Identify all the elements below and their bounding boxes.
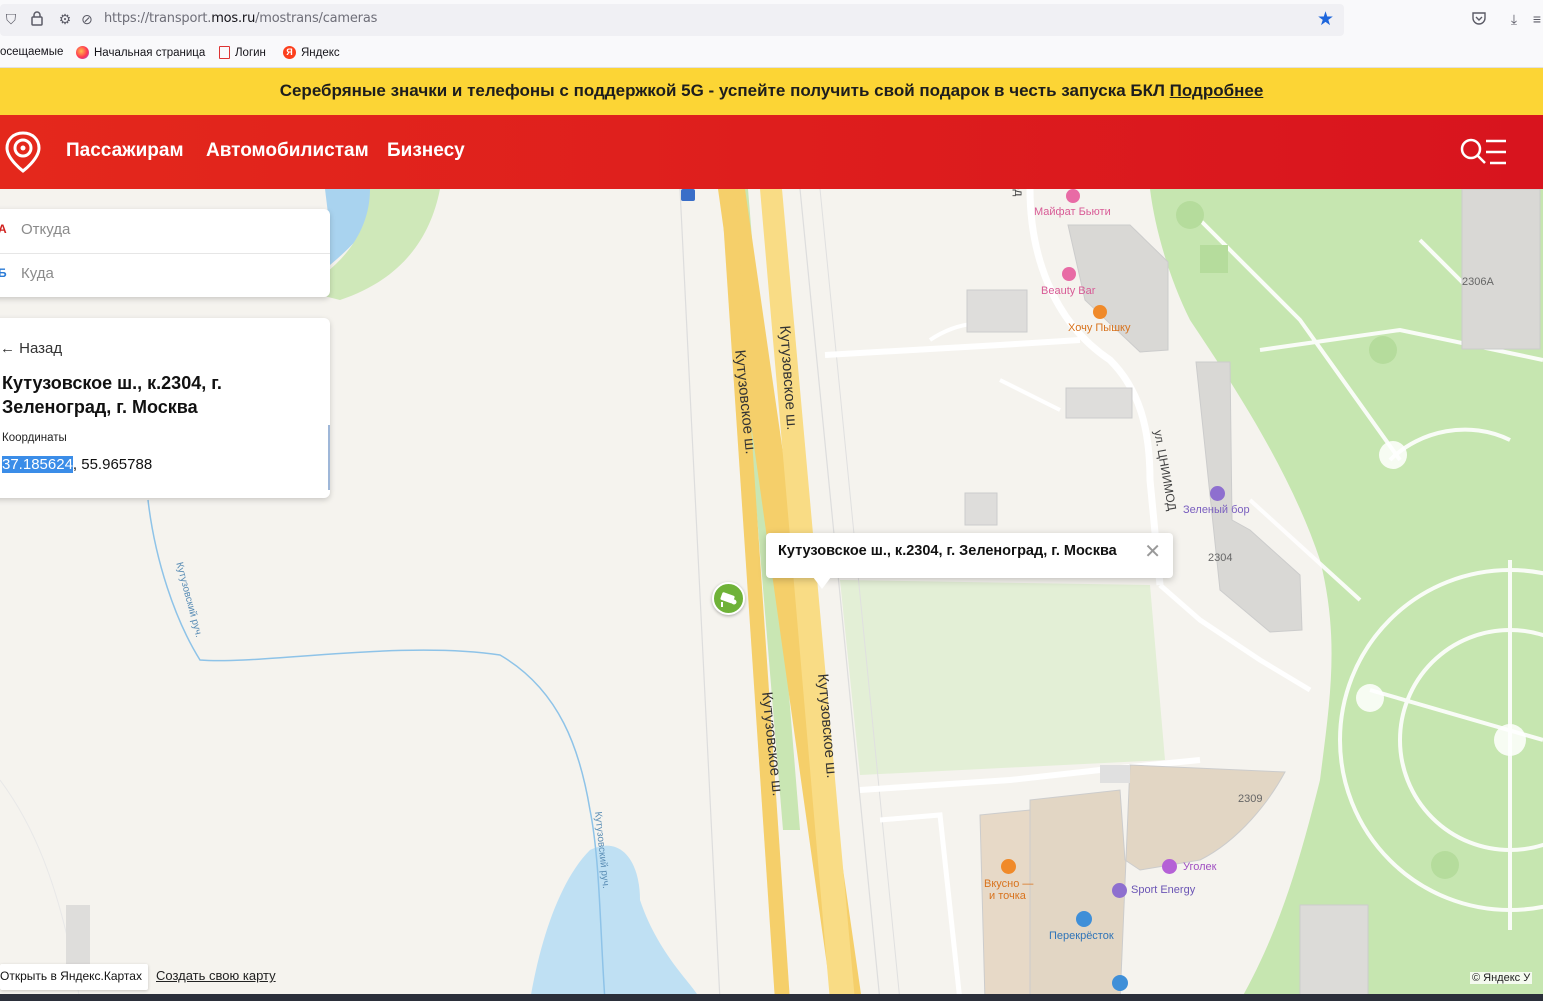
pocket-icon[interactable] xyxy=(1470,10,1488,28)
nav-drivers[interactable]: Автомобилистам xyxy=(206,140,369,162)
selected-text[interactable]: 37.185624 xyxy=(2,456,73,473)
food-icon[interactable] xyxy=(1001,859,1016,874)
search-menu-icon[interactable] xyxy=(1460,136,1508,168)
close-icon[interactable]: ✕ xyxy=(1144,542,1161,562)
building-number: 2304 xyxy=(1208,552,1233,564)
shop-icon[interactable] xyxy=(1210,486,1225,501)
from-marker: A xyxy=(0,222,7,236)
lock-icon[interactable] xyxy=(28,10,46,28)
banner-text: Серебряные значки и телефоны с поддержко… xyxy=(279,81,1170,100)
camera-marker[interactable] xyxy=(712,582,745,615)
bookmarks-bar: осещаемые Начальная страница Логин Я Янде… xyxy=(0,40,1543,68)
open-in-yandex-button[interactable]: Открыть в Яндекс.Картах xyxy=(0,964,148,990)
nav-business[interactable]: Бизнесу xyxy=(387,140,465,162)
gym-icon[interactable] xyxy=(1112,883,1127,898)
taskbar xyxy=(0,994,1543,1001)
balloon-tail xyxy=(813,577,831,589)
map-balloon: Кутузовское ш., к.2304, г. Зеленоград, г… xyxy=(766,533,1173,578)
map-drawing xyxy=(0,189,1543,1001)
firefox-icon xyxy=(76,46,89,59)
logo-icon[interactable] xyxy=(4,130,42,174)
bookmark-star-icon[interactable]: ★ xyxy=(1317,8,1334,31)
copyright[interactable]: © Яндекс У xyxy=(1470,972,1533,984)
poi-label[interactable]: Beauty Bar xyxy=(1041,285,1095,297)
poi-label[interactable]: Перекрёсток xyxy=(1049,930,1114,942)
from-field[interactable]: A Откуда xyxy=(0,209,330,253)
banner-more-link[interactable]: Подробнее xyxy=(1170,81,1264,100)
bookmark-login[interactable]: Логин xyxy=(219,46,266,59)
building-number: 2306А xyxy=(1462,276,1494,288)
poi-label[interactable]: Зеленый бор xyxy=(1183,504,1250,516)
poi-label[interactable]: Вкусно — xyxy=(984,878,1033,890)
coordinates-label: Координаты xyxy=(2,432,67,444)
scroll-edge xyxy=(328,425,330,490)
create-map-link[interactable]: Создать свою карту xyxy=(156,968,276,983)
map-canvas[interactable]: Кутузовское ш. Кутузовское ш. Кутузовско… xyxy=(0,189,1543,1001)
poi-label[interactable]: и точка xyxy=(989,890,1026,902)
cafe-icon[interactable] xyxy=(1162,859,1177,874)
poi-label[interactable]: Майфат Бьюти xyxy=(1034,206,1111,218)
beauty-icon[interactable] xyxy=(1062,267,1076,281)
poi-label[interactable]: Уголек xyxy=(1183,861,1217,873)
back-button[interactable]: ← Назад xyxy=(0,340,62,357)
cafe-icon[interactable] xyxy=(1093,305,1107,319)
coordinates-value[interactable]: 37.185624, 55.965788 xyxy=(2,456,152,473)
to-placeholder: Куда xyxy=(21,265,54,282)
nav-passengers[interactable]: Пассажирам xyxy=(66,140,184,162)
poi-label[interactable]: Sport Energy xyxy=(1131,884,1195,896)
road-label: од xyxy=(1012,189,1026,197)
location-blocked-icon[interactable]: ⊘ xyxy=(78,10,96,28)
browser-toolbar: ⛉ ⚙ ⊘ https://transport.mos.ru/mostrans/… xyxy=(0,0,1543,40)
beauty-icon[interactable] xyxy=(1066,189,1080,203)
bookmark-yandex[interactable]: Я Яндекс xyxy=(283,46,340,59)
balloon-address: Кутузовское ш., к.2304, г. Зеленоград, г… xyxy=(778,543,1117,559)
camera-address: Кутузовское ш., к.2304, г. Зеленоград, г… xyxy=(2,373,222,417)
pond xyxy=(530,845,700,1001)
bookmark-most-visited[interactable]: осещаемые xyxy=(0,46,63,58)
to-field[interactable]: Б Куда xyxy=(0,253,330,297)
camera-info-panel: ← Назад Кутузовское ш., к.2304, г. Зелен… xyxy=(0,318,330,498)
camera-icon xyxy=(720,592,737,607)
yandex-icon: Я xyxy=(283,46,296,59)
page-icon xyxy=(219,46,230,59)
url-text[interactable]: https://transport.mos.ru/mostrans/camera… xyxy=(104,11,377,26)
from-placeholder: Откуда xyxy=(21,221,71,238)
route-panel: A Откуда Б Куда xyxy=(0,209,330,297)
permissions-icon[interactable]: ⚙ xyxy=(56,10,74,28)
download-icon[interactable]: ⤓ xyxy=(1505,10,1523,28)
poi-icon[interactable] xyxy=(1112,975,1128,991)
bookmark-home[interactable]: Начальная страница xyxy=(76,46,205,59)
supermarket-icon[interactable] xyxy=(1076,911,1092,927)
to-marker: Б xyxy=(0,266,7,280)
promo-banner: Серебряные значки и телефоны с поддержко… xyxy=(0,68,1543,115)
site-header: Пассажирам Автомобилистам Бизнесу xyxy=(0,115,1543,189)
shield-icon[interactable]: ⛉ xyxy=(2,10,20,28)
stream xyxy=(147,499,606,1001)
poi-label[interactable]: Хочу Пышку xyxy=(1068,322,1130,334)
menu-icon[interactable]: ≡ xyxy=(1528,10,1543,28)
building-number: 2309 xyxy=(1238,793,1263,805)
